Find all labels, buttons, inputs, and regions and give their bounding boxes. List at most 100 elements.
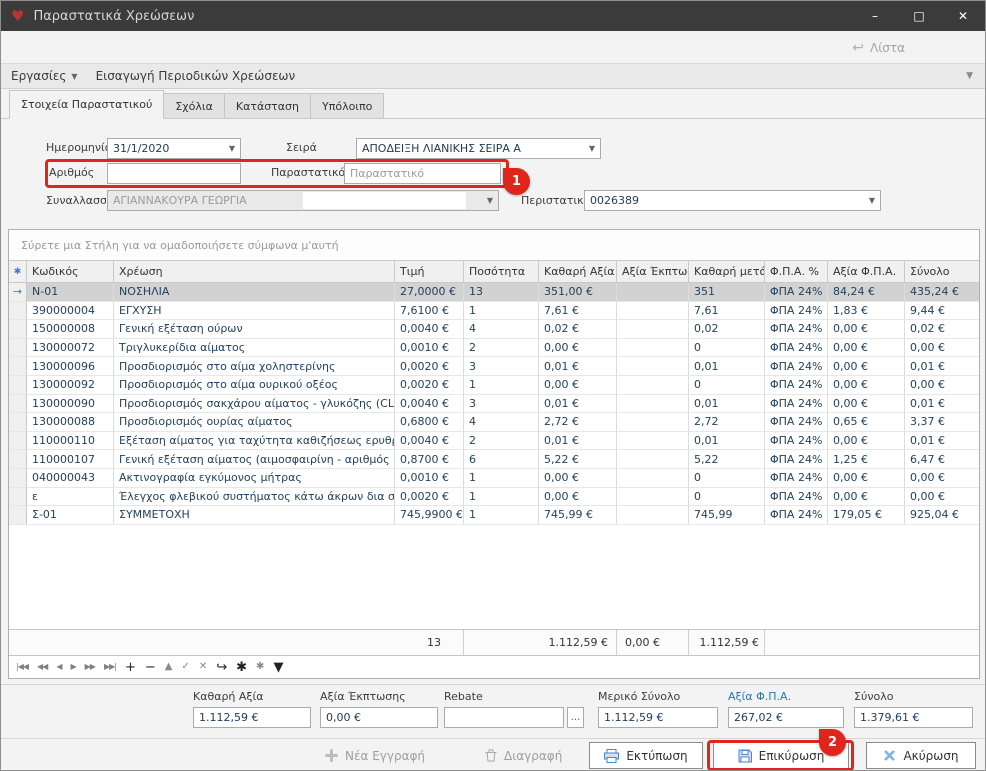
delete-button[interactable]: Διαγραφή <box>479 742 568 769</box>
grid-cell[interactable]: ΦΠΑ 24% <box>765 413 828 432</box>
grid-cell[interactable]: 0,00 € <box>828 469 905 488</box>
grid-cell[interactable]: 0,00 € <box>905 376 979 395</box>
grid-cell[interactable]: 2 <box>464 432 539 451</box>
grid-cell[interactable]: 4 <box>464 413 539 432</box>
grid-cell[interactable]: 435,24 € <box>905 283 979 302</box>
grid-cell[interactable]: 925,04 € <box>905 506 979 525</box>
grid-cell[interactable]: 110000107 <box>27 450 114 469</box>
grid-cell[interactable]: 0,00 € <box>905 488 979 507</box>
grid-cell[interactable]: Εξέταση αίματος για ταχύτητα καθιζήσεως … <box>114 432 395 451</box>
rebate-more-button[interactable]: ... <box>567 707 584 728</box>
grid-cell[interactable]: 84,24 € <box>828 283 905 302</box>
partner-combobox[interactable]: ΑΓΙΑΝΝΑΚΟΥΡΑ ΓΕΩΡΓΙΑ ▼ <box>107 190 499 211</box>
grid-cell[interactable]: 0 <box>689 376 765 395</box>
menubar-dropdown-icon[interactable]: ▼ <box>966 71 973 81</box>
grid-cell[interactable]: ΦΠΑ 24% <box>765 469 828 488</box>
grid-cell[interactable]: 1 <box>464 488 539 507</box>
grid-cell[interactable]: 6 <box>464 450 539 469</box>
nav-post-icon[interactable]: ✓ <box>181 662 189 672</box>
nav-prior-page-icon[interactable]: ◀◀ <box>37 663 47 671</box>
grid-cell[interactable]: Σ-01 <box>27 506 114 525</box>
grid-cell[interactable]: 0 <box>689 469 765 488</box>
table-row[interactable]: 390000004ΕΓΧΥΣΗ7,6100 €17,61 €7,61ΦΠΑ 24… <box>9 302 979 321</box>
grid-cell[interactable]: 0,00 € <box>828 395 905 414</box>
nav-append-icon[interactable]: + <box>125 661 136 674</box>
grid-cell[interactable]: 0,0040 € <box>395 395 464 414</box>
subtotal-input[interactable]: 1.112,59 € <box>598 707 718 728</box>
total-input[interactable]: 1.379,61 € <box>854 707 973 728</box>
grid-cell[interactable]: 0,00 € <box>828 339 905 358</box>
case-combobox[interactable]: 0026389▼ <box>584 190 881 211</box>
nav-last-icon[interactable]: ▶▶| <box>104 663 116 671</box>
table-row[interactable]: 150000008Γενική εξέταση ούρων0,0040 €40,… <box>9 320 979 339</box>
grid-cell[interactable] <box>617 376 689 395</box>
grid-cell[interactable]: 0,01 <box>689 432 765 451</box>
nav-first-icon[interactable]: |◀◀ <box>16 663 28 671</box>
nav-filter-icon[interactable]: ▼ <box>273 661 283 674</box>
grid-cell[interactable] <box>617 469 689 488</box>
grid-cell[interactable]: Γενική εξέταση αίματος (αιμοσφαιρίνη - α… <box>114 450 395 469</box>
grid-cell[interactable]: 1 <box>464 302 539 321</box>
grid-cell[interactable]: ΣΥΜΜΕΤΟΧΗ <box>114 506 395 525</box>
maximize-button[interactable]: □ <box>897 1 941 31</box>
vat-input[interactable]: 267,02 € <box>728 707 844 728</box>
table-row[interactable]: →N-01ΝΟΣΗΛΙΑ27,0000 €13351,00 €351ΦΠΑ 24… <box>9 283 979 302</box>
grid-cell[interactable]: ε <box>27 488 114 507</box>
grid-cell[interactable]: 3,37 € <box>905 413 979 432</box>
grid-cell[interactable]: 0,00 € <box>539 376 617 395</box>
grid-cell[interactable]: 0,0020 € <box>395 488 464 507</box>
discount-input[interactable]: 0,00 € <box>320 707 438 728</box>
grid-cell[interactable] <box>617 506 689 525</box>
menu-eisagogi-periodikon[interactable]: Εισαγωγή Περιοδικών Χρεώσεων <box>96 69 296 83</box>
grid-cell[interactable]: 130000096 <box>27 357 114 376</box>
nav-delete-icon[interactable]: − <box>145 661 156 674</box>
grid-cell[interactable]: 1,25 € <box>828 450 905 469</box>
grid-cell[interactable]: 0,0010 € <box>395 339 464 358</box>
grid-cell[interactable]: 27,0000 € <box>395 283 464 302</box>
menu-ergasies[interactable]: Εργασίες ▼ <box>11 69 78 83</box>
grid-cell[interactable]: 0,0040 € <box>395 320 464 339</box>
grid-cell[interactable]: ΦΠΑ 24% <box>765 339 828 358</box>
grid-cell[interactable]: ΦΠΑ 24% <box>765 450 828 469</box>
grid-cell[interactable]: ΦΠΑ 24% <box>765 432 828 451</box>
grid-cell[interactable]: 5,22 <box>689 450 765 469</box>
nav-goto-bookmark-icon[interactable]: ✱ <box>256 662 264 672</box>
grid-cell[interactable]: 351,00 € <box>539 283 617 302</box>
grid-cell[interactable]: Ακτινογραφία εγκύμονος μήτρας <box>114 469 395 488</box>
grid-cell[interactable]: 0,00 € <box>539 469 617 488</box>
grid-cell[interactable]: 0,00 € <box>828 432 905 451</box>
date-combobox[interactable]: 31/1/2020▼ <box>107 138 241 159</box>
table-row[interactable]: 130000090Προσδιορισμός σακχάρου αίματος … <box>9 395 979 414</box>
grid-cell[interactable]: ΦΠΑ 24% <box>765 283 828 302</box>
grid-cell[interactable]: 130000092 <box>27 376 114 395</box>
grid-cell[interactable]: 179,05 € <box>828 506 905 525</box>
nav-next-icon[interactable]: ▶ <box>70 663 75 671</box>
grid-cell[interactable]: 0,00 € <box>539 488 617 507</box>
grid-cell[interactable]: 9,44 € <box>905 302 979 321</box>
column-header-7[interactable]: Φ.Π.Α. % <box>765 261 828 282</box>
close-button[interactable]: ✕ <box>941 1 985 31</box>
grid-cell[interactable]: 7,61 <box>689 302 765 321</box>
grid-cell[interactable]: Γενική εξέταση ούρων <box>114 320 395 339</box>
grid-cell[interactable]: 2,72 € <box>539 413 617 432</box>
table-row[interactable]: 130000096Προσδιορισμός στο αίμα χοληστερ… <box>9 357 979 376</box>
new-record-button[interactable]: Νέα Εγγραφή <box>319 742 431 769</box>
grid-cell[interactable]: ΦΠΑ 24% <box>765 302 828 321</box>
grid-cell[interactable]: ΦΠΑ 24% <box>765 376 828 395</box>
grid-cell[interactable]: 5,22 € <box>539 450 617 469</box>
grid-cell[interactable]: 0,0040 € <box>395 432 464 451</box>
grid-cell[interactable]: 0,00 € <box>905 339 979 358</box>
column-header-1[interactable]: Χρέωση <box>114 261 395 282</box>
grid-cell[interactable]: 040000043 <box>27 469 114 488</box>
grid-cell[interactable]: ΝΟΣΗΛΙΑ <box>114 283 395 302</box>
grid-cell[interactable]: 1 <box>464 469 539 488</box>
column-header-5[interactable]: Αξία Έκπτωση <box>617 261 689 282</box>
grid-cell[interactable]: 390000004 <box>27 302 114 321</box>
grid-cell[interactable]: 0,02 <box>689 320 765 339</box>
grid-cell[interactable]: 0,01 € <box>905 432 979 451</box>
lista-button[interactable]: ↩ Λίστα <box>852 40 905 56</box>
grid-cell[interactable]: 6,47 € <box>905 450 979 469</box>
net-input[interactable]: 1.112,59 € <box>193 707 311 728</box>
column-header-6[interactable]: Καθαρή μετά <box>689 261 765 282</box>
grid-cell[interactable]: 150000008 <box>27 320 114 339</box>
